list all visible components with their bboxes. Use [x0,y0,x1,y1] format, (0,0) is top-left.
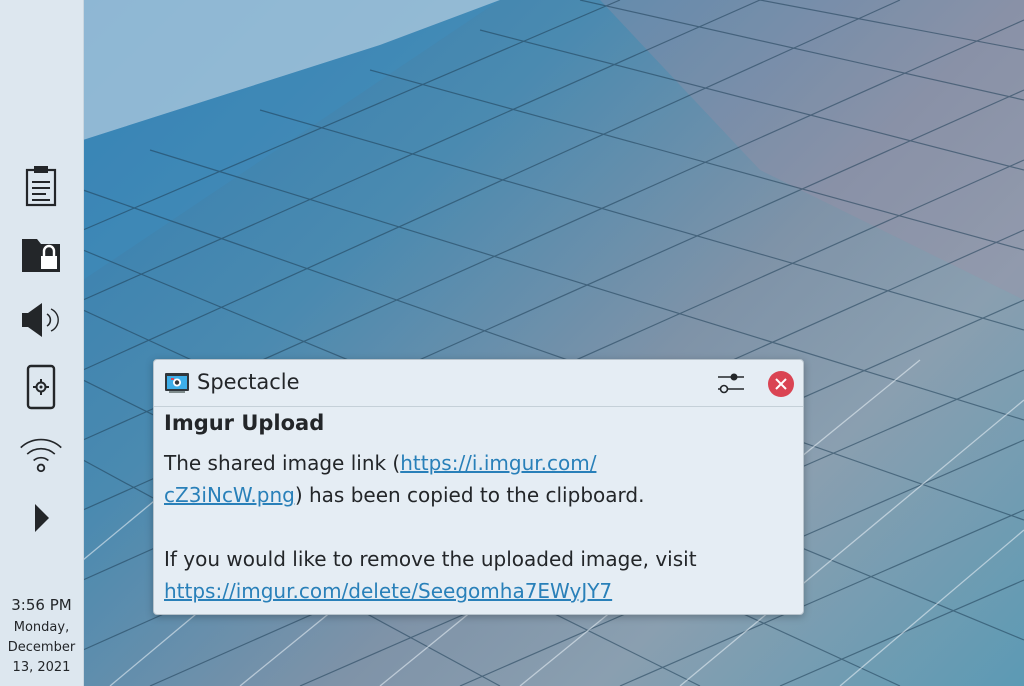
sliders-icon [718,373,744,394]
body-line-1: The shared image link (https://i.imgur.c… [164,447,794,479]
body-line-3: If you would like to remove the uploaded… [164,547,697,571]
notification-popup[interactable]: Spectacle Imgur Upload The shared image … [153,359,804,615]
image-link-continued[interactable]: cZ3iNcW.png [164,483,295,507]
body-line-4: https://imgur.com/delete/Seegomha7EWyJY7 [164,575,794,607]
notification-header: Spectacle [154,360,803,407]
notification-close-button[interactable] [768,371,794,397]
clock-time[interactable]: 3:56 PM [0,596,83,614]
body-text-suffix: ) has been copied to the clipboard. [294,483,645,507]
spectacle-app-icon [164,372,190,394]
vault-icon[interactable] [18,231,64,277]
clipboard-icon[interactable] [18,163,64,209]
body-line-2: cZ3iNcW.png) has been copied to the clip… [164,479,794,511]
notification-app-name: Spectacle [197,370,300,394]
notification-body: The shared image link (https://i.imgur.c… [164,447,794,607]
notification-settings-button[interactable] [714,369,748,397]
kde-connect-icon[interactable] [18,364,64,410]
delete-link[interactable]: https://imgur.com/delete/Seegomha7EWyJY7 [164,579,612,603]
body-spacer [164,511,794,543]
clock-date[interactable]: Monday, December 13, 2021 [0,618,83,678]
close-icon [775,378,787,390]
left-panel: 3:56 PM Monday, December 13, 2021 [0,0,84,686]
body-text-prefix: The shared image link ( [164,451,401,475]
clock-date-line3: 13, 2021 [12,660,71,675]
notification-title: Imgur Upload [164,411,325,435]
clock-date-line2: December [7,640,76,655]
clock-date-line1: Monday, [13,620,70,635]
volume-icon[interactable] [18,297,64,343]
expand-arrow-icon[interactable] [18,495,64,541]
image-link[interactable]: https://i.imgur.com/ [400,451,596,475]
wifi-icon[interactable] [18,432,64,478]
